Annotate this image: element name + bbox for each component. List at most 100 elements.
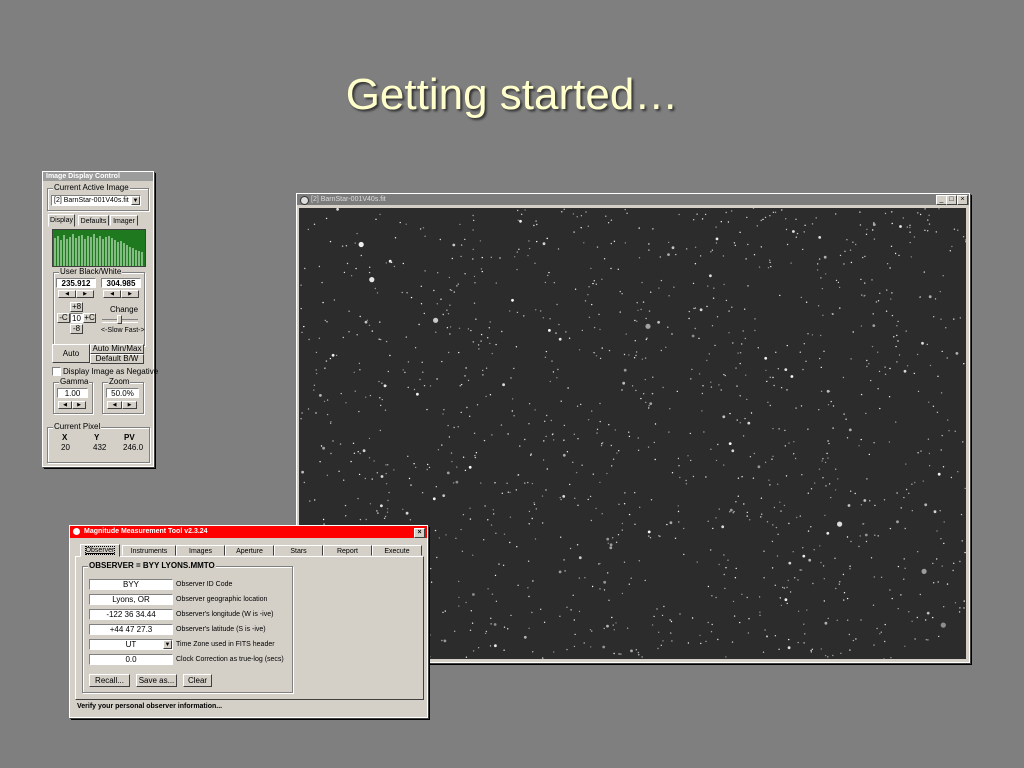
observer-id-field[interactable]: BYY <box>89 579 173 590</box>
close-icon[interactable]: × <box>414 528 425 538</box>
zoom-label: Zoom <box>108 377 131 386</box>
histogram-graph <box>53 230 145 266</box>
gamma-group: Gamma 1.00 ◀ ▶ <box>53 377 93 414</box>
tab-defaults[interactable]: Defaults <box>78 215 109 226</box>
current-image-value: [2] BarnStar-001V40s.fit <box>54 197 129 204</box>
zoom-right-arrow-icon[interactable]: ▶ <box>122 401 137 409</box>
slide-title: Getting started… <box>345 70 679 119</box>
minusC-button[interactable]: -C <box>57 313 70 323</box>
black-right-arrow-icon[interactable]: ▶ <box>76 290 94 298</box>
tab-report-label: Report <box>336 548 358 555</box>
magnitude-tool-titlebar[interactable]: Magnitude Measurement Tool v2.3.24 × <box>70 526 427 538</box>
fits-image-titlebar[interactable]: [2] BarnStar-001V40s.fit _ □ × <box>297 194 969 205</box>
gamma-field[interactable]: 1.00 <box>57 388 88 398</box>
tab-instruments-label: Instruments <box>130 548 168 555</box>
longitude-label: Observer's longitude (W is -ive) <box>176 611 274 618</box>
pv-header: PV <box>124 433 135 442</box>
tab-aperture[interactable]: Aperture <box>225 545 274 556</box>
y-value: 432 <box>93 443 107 452</box>
recall-button[interactable]: Recall... <box>89 674 130 687</box>
tab-instruments[interactable]: Instruments <box>122 545 176 556</box>
gamma-label: Gamma <box>59 377 90 386</box>
chevron-down-icon[interactable]: ▼ <box>163 640 172 649</box>
current-image-label: Current Active Image <box>53 183 130 192</box>
fits-image-title: [2] BarnStar-001V40s.fit <box>311 196 386 203</box>
observer-group-title: OBSERVER = BYY LYONS.MMTO <box>88 561 216 570</box>
auto-button[interactable]: Auto <box>52 344 90 363</box>
clear-button[interactable]: Clear <box>183 674 212 687</box>
close-icon[interactable]: × <box>957 195 968 205</box>
maximize-icon[interactable]: □ <box>946 195 957 205</box>
gamma-left-arrow-icon[interactable]: ◀ <box>58 401 72 409</box>
tab-aperture-label: Aperture <box>236 548 263 555</box>
magnitude-tool-title: Magnitude Measurement Tool v2.3.24 <box>84 528 208 535</box>
x-header: X <box>62 433 68 442</box>
plusC-button[interactable]: +C <box>83 313 96 323</box>
tab-observer-label: Observer <box>84 546 116 555</box>
minus8-button[interactable]: -8 <box>70 324 83 334</box>
slow-fast-label: <-Slow Fast-> <box>101 327 145 334</box>
clock-correction-field[interactable]: 0.0 <box>89 654 173 665</box>
black-level-field[interactable]: 235.912 <box>56 278 96 288</box>
black-left-arrow-icon[interactable]: ◀ <box>58 290 76 298</box>
change-label: Change <box>110 305 139 314</box>
tab-display[interactable]: Display <box>48 214 75 227</box>
current-pixel-label: Current Pixel <box>53 422 102 431</box>
latitude-field[interactable]: +44 47 27.3 <box>89 624 173 635</box>
app-icon <box>73 528 80 535</box>
current-pixel-group: Current Pixel X Y PV 20 432 246.0 <box>47 422 150 463</box>
zoom-group: Zoom 50.0% ◀ ▶ <box>102 377 144 414</box>
tab-defaults-label: Defaults <box>80 218 107 225</box>
timezone-value: UT <box>125 640 137 649</box>
status-bar: Verify your personal observer informatio… <box>77 703 223 710</box>
tab-imager-label: Imager <box>113 218 135 225</box>
user-bw-group: User Black/White 235.912 304.985 ◀ ▶ ◀ ▶… <box>53 267 145 346</box>
user-bw-label: User Black/White <box>59 267 123 276</box>
latitude-label: Observer's latitude (S is -ive) <box>176 626 266 633</box>
tab-images[interactable]: Images <box>176 545 225 556</box>
tab-stars[interactable]: Stars <box>274 545 323 556</box>
x-value: 20 <box>61 443 70 452</box>
app-icon <box>300 196 309 205</box>
y-header: Y <box>94 433 100 442</box>
save-as-button[interactable]: Save as... <box>136 674 177 687</box>
observer-id-label: Observer ID Code <box>176 581 233 588</box>
auto-minmax-button[interactable]: Auto Min/Max <box>90 344 144 354</box>
tab-report[interactable]: Report <box>323 545 372 556</box>
observer-tab-panel: OBSERVER = BYY LYONS.MMTO BYY Observer I… <box>75 556 424 700</box>
step-value[interactable]: 10 <box>70 313 83 323</box>
tab-images-label: Images <box>189 548 212 555</box>
current-image-select[interactable]: [2] BarnStar-001V40s.fit ▼ <box>51 195 141 206</box>
idc-titlebar[interactable]: Image Display Control <box>43 172 153 181</box>
tab-stars-label: Stars <box>290 548 307 555</box>
white-level-field[interactable]: 304.985 <box>101 278 141 288</box>
gamma-right-arrow-icon[interactable]: ▶ <box>72 401 86 409</box>
tab-execute[interactable]: Execute <box>372 545 422 556</box>
white-right-arrow-icon[interactable]: ▶ <box>121 290 139 298</box>
chevron-down-icon[interactable]: ▼ <box>131 196 140 205</box>
timezone-label: Time Zone used in FITS header <box>176 641 275 648</box>
tab-observer[interactable]: Observer <box>80 544 120 557</box>
image-display-control-window: Image Display Control Current Active Ima… <box>42 171 158 467</box>
histogram <box>52 229 146 267</box>
plus8-button[interactable]: +8 <box>70 302 83 312</box>
longitude-field[interactable]: -122 36 34.44 <box>89 609 173 620</box>
current-image-group: Current Active Image [2] BarnStar-001V40… <box>47 183 149 211</box>
tab-display-label: Display <box>50 217 73 224</box>
zoom-left-arrow-icon[interactable]: ◀ <box>107 401 122 409</box>
default-bw-button[interactable]: Default B/W <box>90 354 144 364</box>
timezone-select[interactable]: UT ▼ <box>89 639 173 650</box>
white-left-arrow-icon[interactable]: ◀ <box>103 290 121 298</box>
observer-location-label: Observer geographic location <box>176 596 268 603</box>
observer-location-field[interactable]: Lyons, OR <box>89 594 173 605</box>
zoom-field[interactable]: 50.0% <box>106 388 139 398</box>
clock-correction-label: Clock Correction as true-log (secs) <box>176 656 284 663</box>
observer-group: OBSERVER = BYY LYONS.MMTO BYY Observer I… <box>82 561 293 693</box>
tab-execute-label: Execute <box>384 548 410 555</box>
speed-slider-handle[interactable] <box>117 315 122 324</box>
tab-imager[interactable]: Imager <box>110 215 138 226</box>
magnitude-tool-window: Magnitude Measurement Tool v2.3.24 × Obs… <box>69 525 428 718</box>
negative-checkbox[interactable] <box>52 367 61 376</box>
negative-label: Display Image as Negative <box>63 367 159 376</box>
pv-value: 246.0 <box>123 443 144 452</box>
